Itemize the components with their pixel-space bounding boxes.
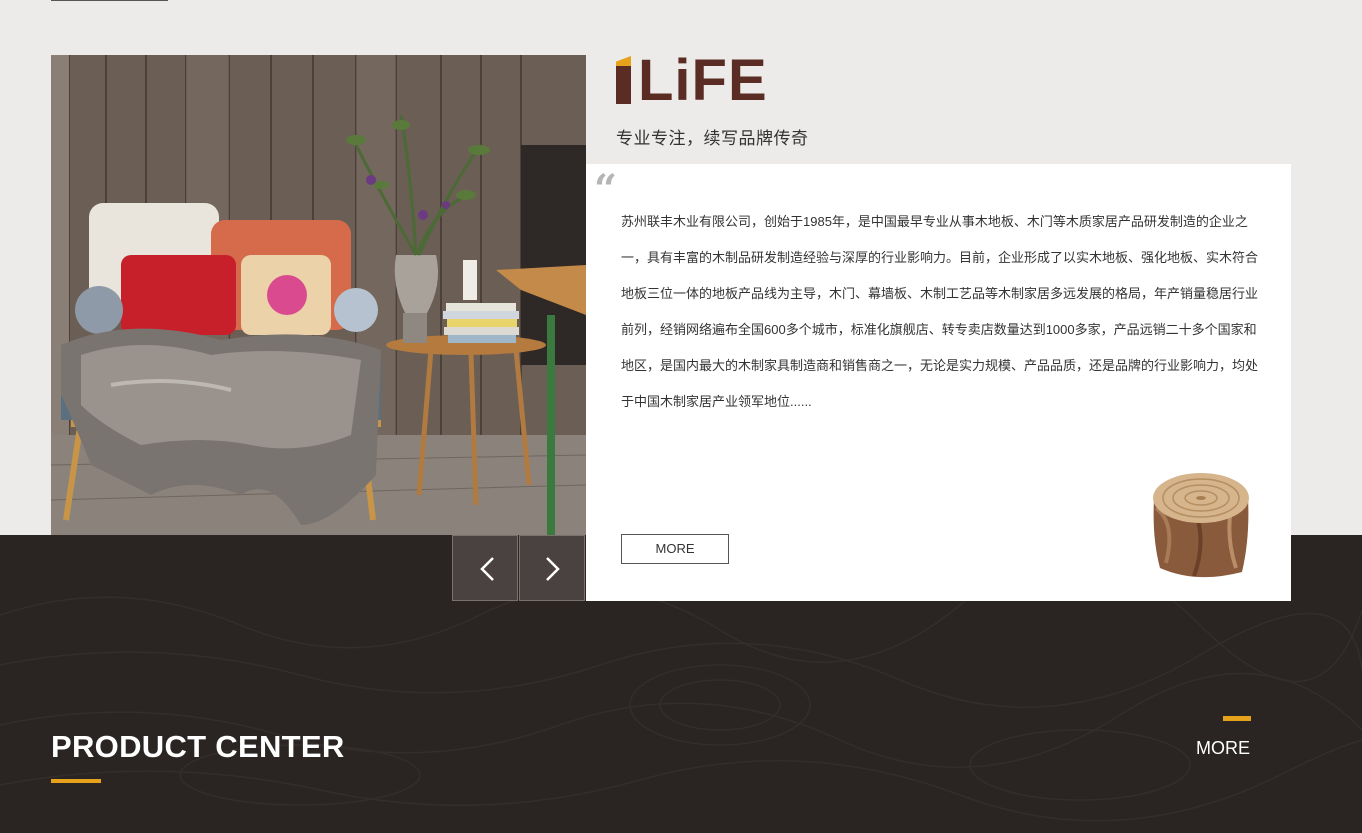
chevron-right-icon	[546, 557, 560, 581]
logo-i-stem	[616, 66, 631, 104]
hero-image	[51, 55, 586, 535]
title-underline	[51, 779, 101, 783]
top-divider	[51, 0, 168, 1]
product-center-more-link[interactable]: MORE	[1196, 738, 1250, 759]
slider-next-button[interactable]	[519, 535, 585, 601]
slider-prev-button[interactable]	[452, 535, 518, 601]
hero-slider-controls	[452, 535, 586, 601]
product-center-title: PRODUCT CENTER	[51, 729, 345, 764]
brand-logo: LiFE	[616, 52, 816, 110]
quote-icon: “	[594, 166, 618, 213]
chevron-left-icon	[480, 557, 494, 581]
about-description: 苏州联丰木业有限公司，创始于1985年，是中国最早专业从事木地板、木门等木质家居…	[621, 214, 1259, 409]
wood-stump-image	[1146, 468, 1258, 584]
logo-wordmark: LiFE	[638, 48, 768, 113]
about-more-button[interactable]: MORE	[621, 534, 729, 564]
about-card: “ 苏州联丰木业有限公司，创始于1985年，是中国最早专业从事木地板、木门等木质…	[586, 164, 1291, 601]
brand-slogan: 专业专注，续写品牌传奇	[616, 129, 809, 148]
more-accent-bar	[1223, 716, 1251, 721]
